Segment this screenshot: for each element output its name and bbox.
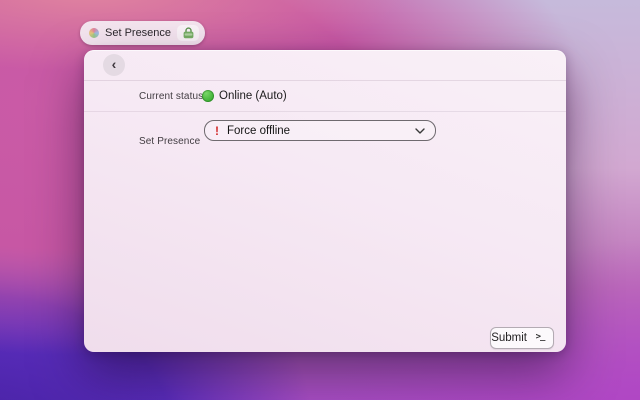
tab-title: Set Presence [105,27,172,39]
presence-dropdown-value: Force offline [227,124,291,137]
set-presence-window: ‹ Current status Online (Auto) Set Prese… [84,50,566,352]
current-status-label: Current status [139,90,204,102]
app-favicon-icon [89,28,99,38]
status-online-icon [202,90,214,102]
chevron-down-icon [415,127,425,134]
current-status-row: Current status Online (Auto) [84,81,566,112]
app-tab[interactable]: Set Presence [80,21,206,45]
desktop: Set Presence ‹ Current status Online (Au… [0,0,640,400]
warning-icon: ! [215,123,219,138]
presence-dropdown[interactable]: ! Force offline [204,120,436,141]
back-button[interactable]: ‹ [103,54,125,76]
set-presence-label: Set Presence [139,136,201,147]
back-chevron-icon: ‹ [111,56,117,72]
window-header: ‹ [84,50,566,81]
terminal-icon: >_ [535,332,546,342]
submit-split-button: Submit >_ [490,327,554,349]
terminal-button[interactable]: >_ [527,328,553,348]
lock-icon [177,25,200,41]
set-presence-row: Set Presence ! Force offline [84,112,566,162]
current-status-value: Online (Auto) [219,90,287,102]
submit-button[interactable]: Submit [491,328,527,348]
